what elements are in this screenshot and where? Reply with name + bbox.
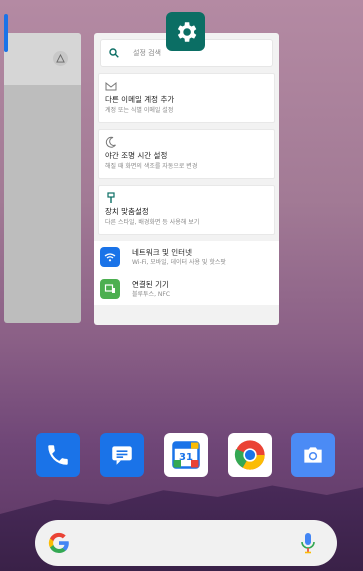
microphone-icon[interactable] [300, 532, 316, 554]
gmail-icon [105, 81, 117, 91]
message-icon [112, 446, 132, 465]
phone-icon [48, 445, 68, 465]
settings-item-network[interactable]: 네트워크 및 인터넷 Wi-Fi, 모바일, 데이터 사용 및 핫스팟 [94, 241, 279, 273]
moon-icon [105, 136, 116, 148]
search-placeholder: 설정 검색 [133, 49, 161, 57]
recent-app-accent [4, 14, 8, 52]
recent-app-card-settings[interactable]: 설정 검색 다른 이메일 계정 추가 계정 또는 식별 이메일 설정 야간 조명… [94, 33, 279, 325]
chrome-app-icon[interactable] [228, 433, 272, 477]
gear-icon [177, 21, 196, 42]
settings-item-title: 네트워크 및 인터넷 [132, 247, 192, 257]
suggestion-title: 야간 조명 시간 설정 [105, 151, 168, 160]
suggestion-subtitle: 계정 또는 식별 이메일 설정 [105, 107, 174, 114]
settings-item-connected-devices[interactable]: 연결된 기기 블루투스, NFC [94, 273, 279, 305]
calendar-app-icon[interactable]: 31 [164, 433, 208, 477]
suggestion-title: 다른 이메일 계정 추가 [105, 95, 175, 104]
calendar-icon: 31 [172, 441, 200, 469]
devices-icon [100, 279, 120, 299]
recent-app-card-header [4, 33, 81, 85]
messages-app-icon[interactable] [100, 433, 144, 477]
calendar-day: 31 [179, 452, 193, 463]
warning-icon[interactable] [53, 51, 68, 66]
suggestion-add-email[interactable]: 다른 이메일 계정 추가 계정 또는 식별 이메일 설정 [98, 73, 275, 123]
suggestion-subtitle: 해질 때 화면의 색조를 자동으로 변경 [105, 163, 198, 170]
suggestion-customize[interactable]: 장치 맞춤설정 다른 스타일, 배경화면 등 사용해 보기 [98, 185, 275, 235]
settings-item-subtitle: 블루투스, NFC [132, 290, 171, 298]
camera-icon [304, 447, 322, 463]
settings-item-title: 연결된 기기 [132, 279, 169, 289]
google-search-bar[interactable] [35, 520, 337, 566]
brush-icon [107, 192, 115, 203]
wifi-icon [100, 247, 120, 267]
chrome-icon [234, 440, 265, 470]
phone-app-icon[interactable] [36, 433, 80, 477]
settings-item-subtitle: Wi-Fi, 모바일, 데이터 사용 및 핫스팟 [132, 258, 226, 266]
suggestion-subtitle: 다른 스타일, 배경화면 등 사용해 보기 [105, 219, 200, 226]
search-icon [109, 48, 119, 58]
settings-app-icon[interactable] [166, 12, 205, 51]
google-logo-icon [48, 532, 69, 554]
suggestion-title: 장치 맞춤설정 [105, 207, 149, 216]
camera-app-icon[interactable] [291, 433, 335, 477]
suggestion-night-light[interactable]: 야간 조명 시간 설정 해질 때 화면의 색조를 자동으로 변경 [98, 129, 275, 179]
